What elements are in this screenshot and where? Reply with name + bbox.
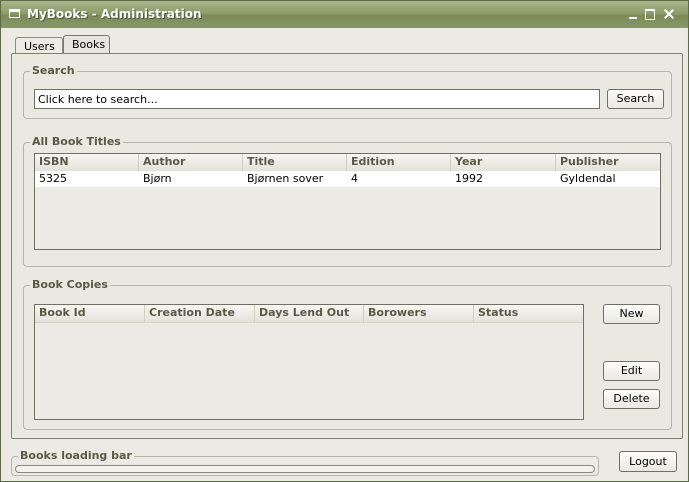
book-copies-group: Book Copies Book Id Creation Date Days L…	[23, 278, 672, 430]
cell-edition: 4	[351, 172, 358, 185]
table-row[interactable]: 5325 Bjørn Bjørnen sover 4 1992 Gyldenda…	[35, 171, 660, 187]
loading-group: Books loading bar	[11, 449, 599, 476]
window-icon	[9, 9, 20, 18]
window-title: MyBooks - Administration	[27, 7, 202, 21]
new-button[interactable]: New	[603, 304, 660, 324]
cell-author: Bjørn	[143, 172, 172, 185]
book-titles-table[interactable]: ISBN Author Title Edition Year Publisher…	[34, 153, 661, 250]
column-header-creation-date[interactable]: Creation Date	[145, 305, 255, 322]
close-icon[interactable]	[663, 8, 675, 20]
table-header: Book Id Creation Date Days Lend Out Boro…	[35, 305, 583, 323]
column-header-title[interactable]: Title	[243, 154, 347, 171]
tab-books[interactable]: Books	[63, 35, 110, 54]
column-header-status[interactable]: Status	[474, 305, 583, 322]
cell-publisher: Gyldendal	[560, 172, 616, 185]
column-header-book-id[interactable]: Book Id	[35, 305, 145, 322]
cell-year: 1992	[455, 172, 483, 185]
search-button[interactable]: Search	[607, 89, 664, 109]
maximize-icon[interactable]	[644, 8, 656, 20]
column-header-publisher[interactable]: Publisher	[556, 154, 660, 171]
delete-button[interactable]: Delete	[603, 389, 660, 409]
book-copies-table[interactable]: Book Id Creation Date Days Lend Out Boro…	[34, 304, 584, 420]
search-group-title: Search	[30, 64, 77, 77]
table-header: ISBN Author Title Edition Year Publisher	[35, 154, 660, 172]
book-titles-group-title: All Book Titles	[30, 135, 123, 148]
search-input[interactable]	[34, 89, 600, 109]
column-header-days-lend-out[interactable]: Days Lend Out	[255, 305, 364, 322]
tab-users[interactable]: Users	[15, 37, 63, 54]
search-group: Search Search	[23, 64, 672, 119]
loading-bar-title: Books loading bar	[18, 449, 134, 462]
books-tab-panel: Search Search All Book Titles ISBN Autho…	[11, 53, 683, 439]
book-copies-group-title: Book Copies	[30, 278, 110, 291]
column-header-borowers[interactable]: Borowers	[364, 305, 474, 322]
column-header-author[interactable]: Author	[139, 154, 243, 171]
app-window: MyBooks - Administration Users Books Sea…	[0, 0, 689, 482]
column-header-edition[interactable]: Edition	[347, 154, 451, 171]
title-bar[interactable]: MyBooks - Administration	[1, 1, 688, 28]
books-loading-progress-bar	[15, 465, 595, 473]
column-header-isbn[interactable]: ISBN	[35, 154, 139, 171]
client-area: Users Books Search Search All Book Title…	[4, 28, 685, 480]
minimize-icon[interactable]	[627, 8, 639, 20]
cell-isbn: 5325	[39, 172, 67, 185]
book-titles-group: All Book Titles ISBN Author Title Editio…	[23, 135, 672, 267]
edit-button[interactable]: Edit	[603, 361, 660, 381]
cell-title: Bjørnen sover	[247, 172, 324, 185]
logout-button[interactable]: Logout	[619, 451, 677, 472]
column-header-year[interactable]: Year	[451, 154, 556, 171]
